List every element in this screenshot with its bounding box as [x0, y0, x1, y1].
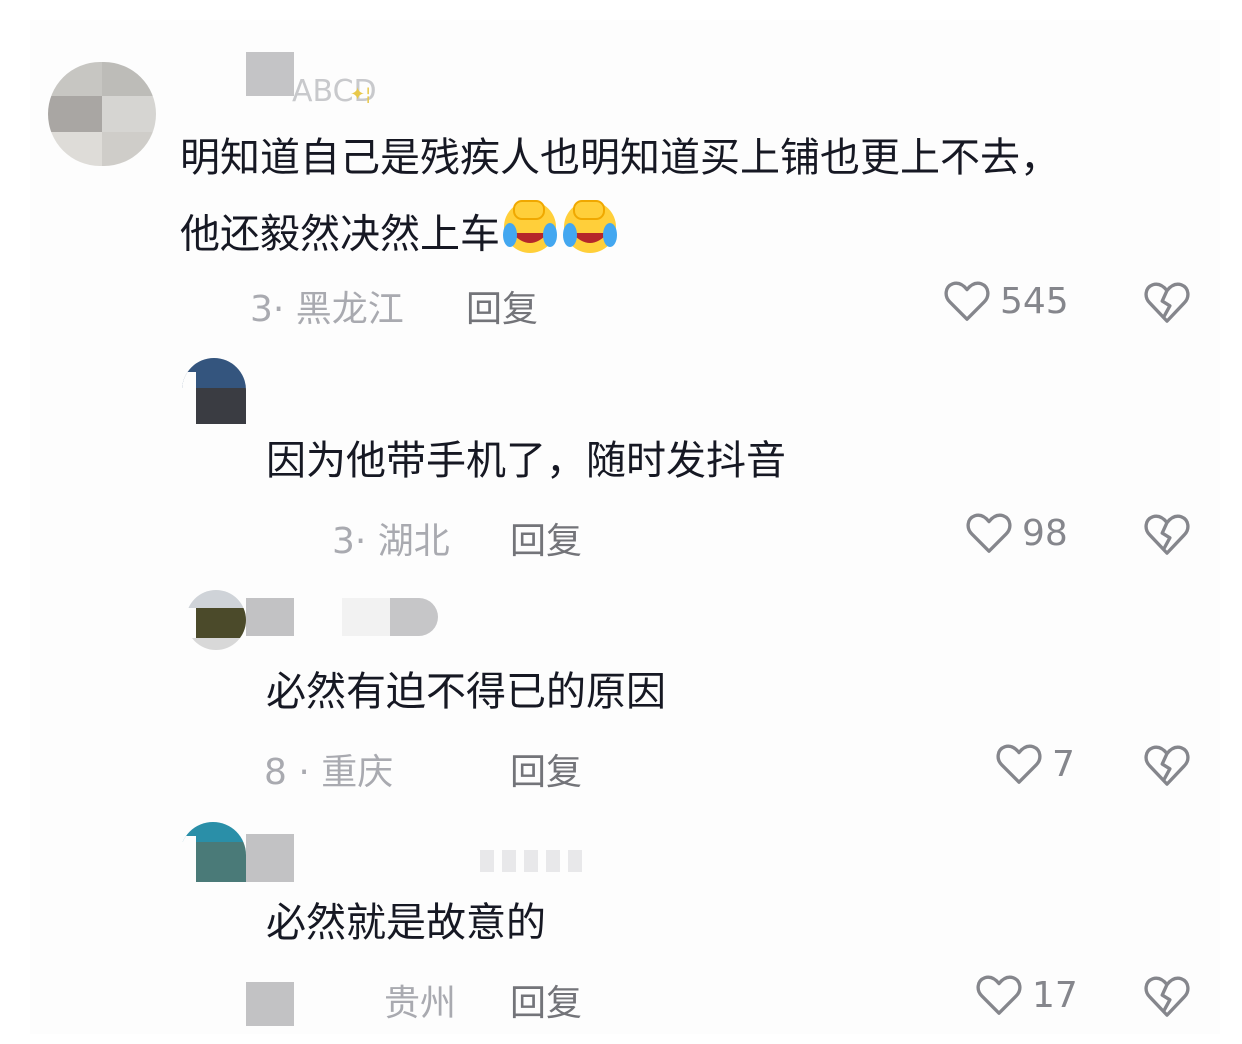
like-button[interactable]: 545: [944, 280, 1069, 322]
avatar[interactable]: [186, 590, 246, 650]
reply-button[interactable]: 回复: [466, 280, 538, 332]
reply-button[interactable]: 回复: [510, 512, 582, 564]
broken-heart-icon: [1144, 514, 1190, 555]
heart-outline-icon: [944, 281, 990, 321]
broken-heart-icon: [1144, 745, 1190, 786]
heart-outline-icon: [996, 744, 1042, 784]
username[interactable]: [246, 598, 446, 646]
comment-meta: 3· 黑龙江: [250, 289, 404, 330]
comment-text: 必然就是故意的: [266, 900, 546, 946]
like-count: 17: [1032, 974, 1078, 1016]
like-button[interactable]: 17: [976, 974, 1078, 1016]
like-count: 7: [1052, 743, 1075, 785]
broken-heart-icon: [1144, 282, 1190, 323]
comment-text: 因为他带手机了，随时发抖音: [266, 438, 786, 484]
like-count: 98: [1022, 512, 1068, 554]
reply-button[interactable]: 回复: [510, 743, 582, 795]
sparkle-icon: ✦¦: [350, 84, 372, 105]
comment-text: 明知道自己是残疾人也明知道买上铺也更上不去，: [180, 135, 1060, 181]
dislike-button[interactable]: [1144, 974, 1190, 1022]
comment-meta: 3· 湖北: [332, 521, 450, 562]
dislike-button[interactable]: [1144, 743, 1190, 791]
broken-heart-icon: [1144, 976, 1190, 1017]
like-button[interactable]: 7: [996, 743, 1075, 785]
like-count: 545: [1000, 280, 1069, 322]
like-button[interactable]: 98: [966, 512, 1068, 554]
comment-text-line2: 他还毅然决然上车: [180, 195, 620, 278]
facepalm-crying-emoji: [500, 195, 560, 278]
reply-button[interactable]: 回复: [510, 974, 582, 1026]
username[interactable]: ABCD ✦¦: [192, 52, 392, 109]
comment-text: 必然有迫不得已的原因: [266, 669, 666, 715]
dislike-button[interactable]: [1144, 280, 1190, 328]
comment-meta: 8 · 重庆: [264, 752, 394, 793]
avatar[interactable]: [180, 822, 246, 882]
username[interactable]: [246, 834, 606, 882]
dislike-button[interactable]: [1144, 512, 1190, 560]
redacted-block: [246, 982, 294, 1026]
facepalm-crying-emoji: [560, 195, 620, 278]
heart-outline-icon: [966, 513, 1012, 553]
comment-meta: 贵州: [384, 983, 457, 1024]
avatar[interactable]: [48, 62, 156, 166]
heart-outline-icon: [976, 975, 1022, 1015]
avatar[interactable]: [182, 358, 246, 424]
